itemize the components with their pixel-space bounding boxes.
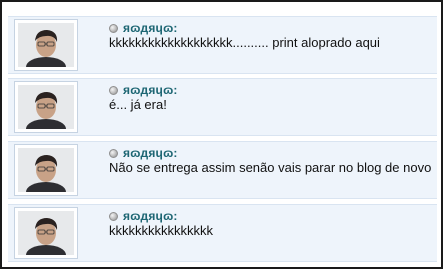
avatar-photo-icon: [18, 23, 74, 67]
avatar-photo-icon: [18, 211, 74, 255]
avatar-photo-icon: [18, 85, 74, 129]
comment-author[interactable]: яɷдяɥɷ:: [123, 22, 178, 34]
comment-item: яɷдяɥɷ: kkkkkkkkkkkkkkkkkkk.......... pr…: [8, 16, 437, 74]
comment-item: яɷдяɥɷ: kkkkkkkkkkkkkkkk: [8, 204, 437, 262]
avatar-frame[interactable]: [14, 19, 78, 71]
avatar[interactable]: [18, 211, 74, 255]
comment-author[interactable]: яɷдяɥɷ:: [123, 147, 178, 159]
bullet-icon: [109, 211, 118, 221]
avatar[interactable]: [18, 23, 74, 67]
bullet-icon: [109, 85, 118, 95]
avatar-photo-icon: [18, 148, 74, 192]
bullet-icon: [109, 23, 118, 33]
avatar[interactable]: [18, 85, 74, 129]
comment-text: Não se entrega assim senão vais parar no…: [109, 160, 432, 175]
avatar[interactable]: [18, 148, 74, 192]
comments-panel: яɷдяɥɷ: kkkkkkkkkkkkkkkkkkk.......... pr…: [0, 0, 443, 269]
comment-text: é... já era!: [109, 97, 167, 112]
comment-item: яɷдяɥɷ: é... já era!: [8, 78, 437, 136]
comment-text: kkkkkkkkkkkkkkkk: [109, 223, 213, 238]
bullet-icon: [109, 148, 118, 158]
comment-author[interactable]: яɷдяɥɷ:: [123, 84, 178, 96]
avatar-frame[interactable]: [14, 207, 78, 259]
comment-text: kkkkkkkkkkkkkkkkkkk.......... print alop…: [109, 35, 380, 50]
comment-item: яɷдяɥɷ: Não se entrega assim senão vais …: [8, 141, 437, 199]
comment-author[interactable]: яɷдяɥɷ:: [123, 210, 178, 222]
avatar-frame[interactable]: [14, 81, 78, 133]
avatar-frame[interactable]: [14, 144, 78, 196]
